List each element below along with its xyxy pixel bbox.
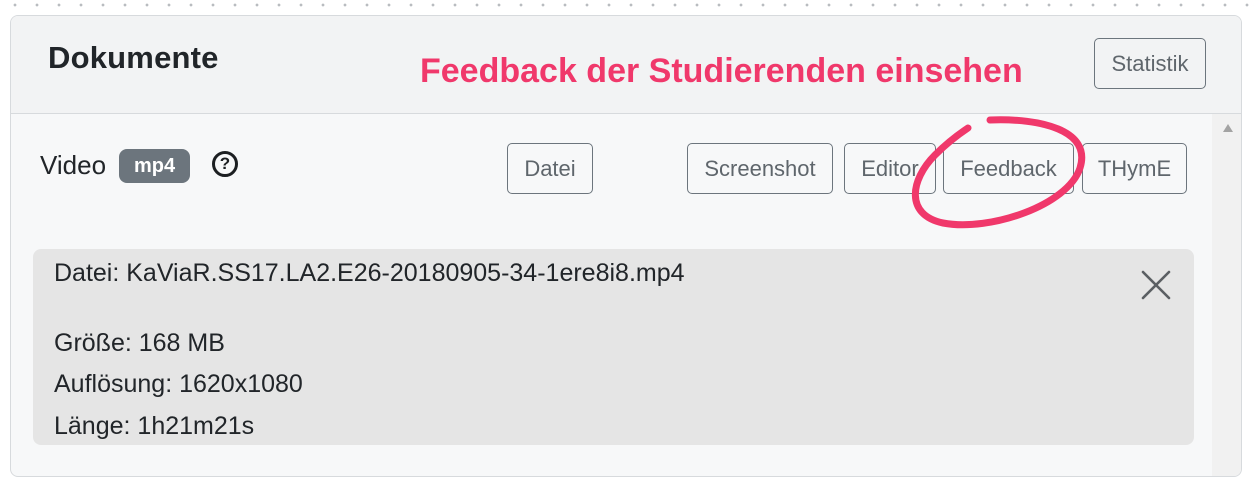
annotation-circle	[911, 116, 1086, 229]
